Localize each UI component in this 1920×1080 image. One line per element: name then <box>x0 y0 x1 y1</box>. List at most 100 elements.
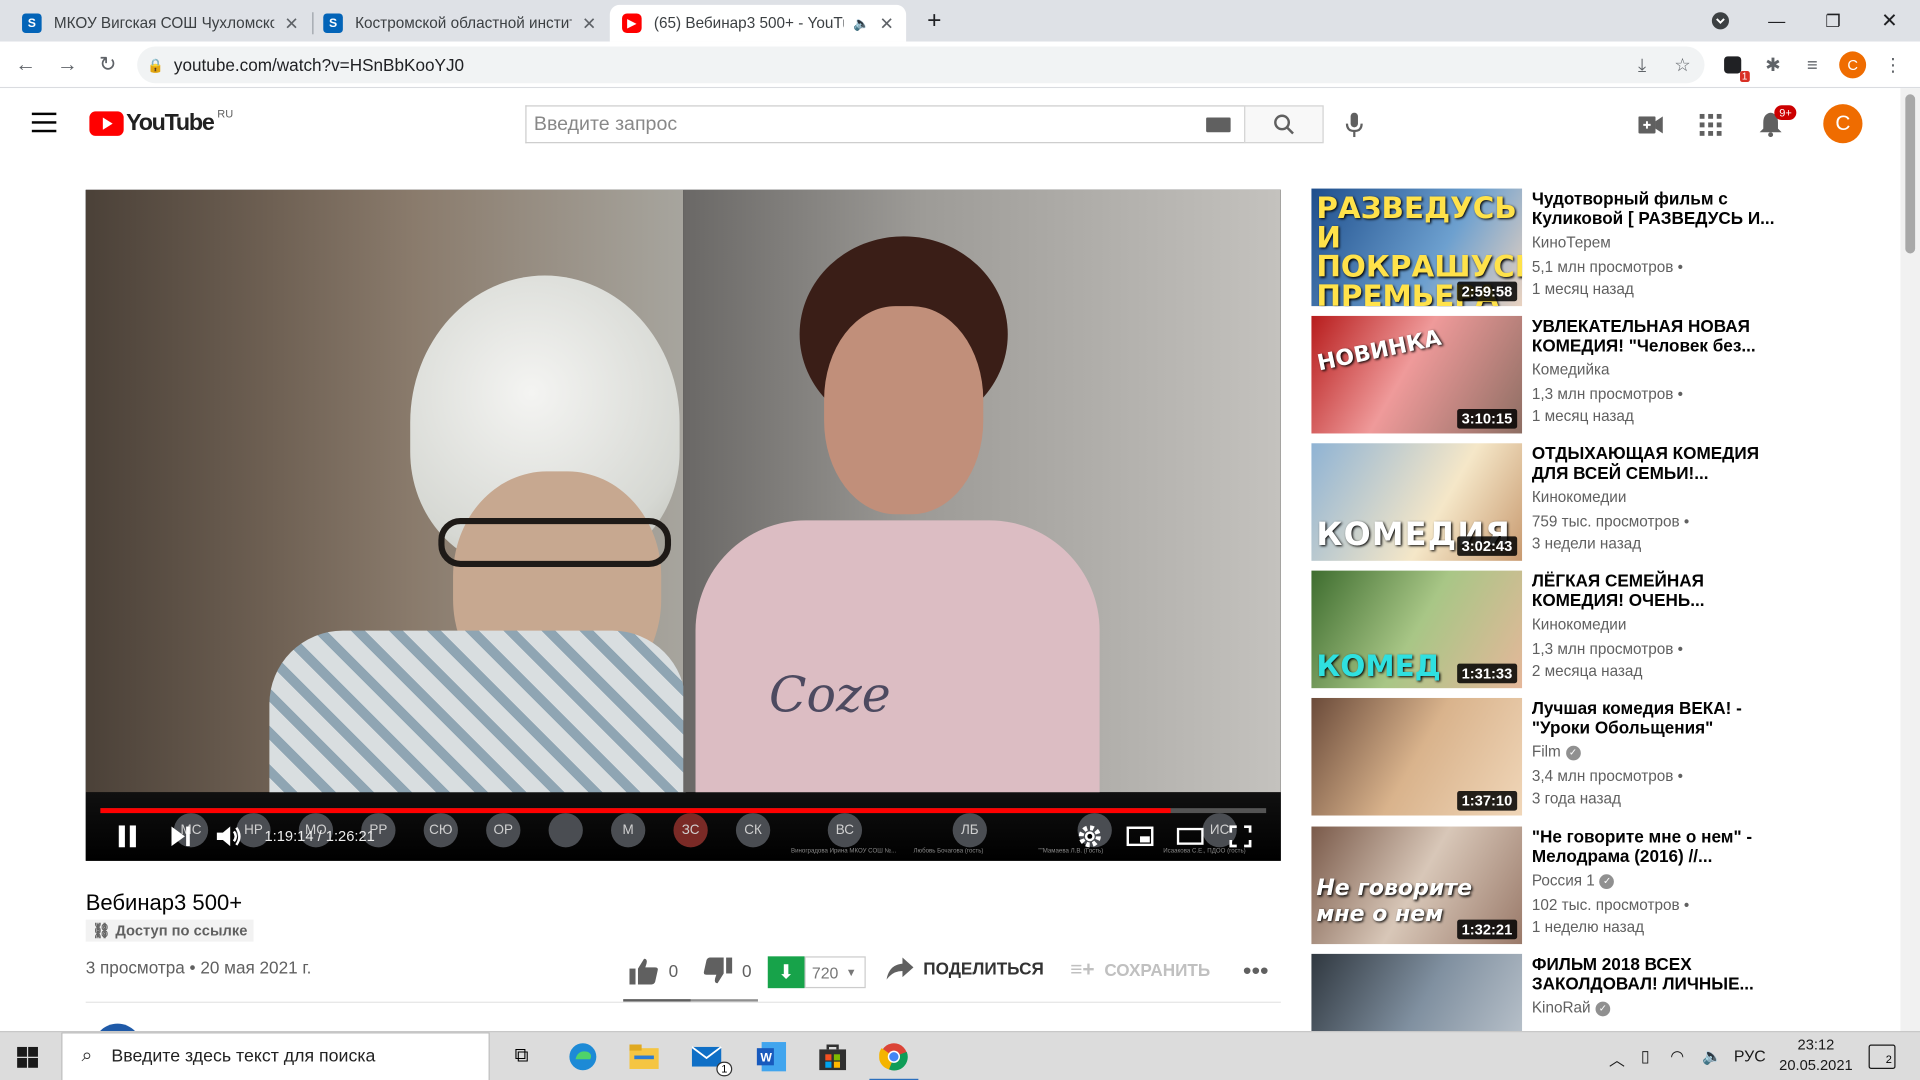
speaker-icon[interactable]: 🔈 <box>853 15 870 32</box>
scrollbar[interactable] <box>1900 88 1920 1032</box>
browser-tab-active[interactable]: ▶ (65) Вебинар3 500+ - YouTu 🔈 ✕ <box>609 4 907 42</box>
tray-chevron-up-icon[interactable]: ︿ <box>1609 1047 1625 1070</box>
share-button[interactable]: ПОДЕЛИТЬСЯ <box>886 957 1044 980</box>
quality-select[interactable]: 720 ▼ <box>804 956 866 989</box>
search-button[interactable] <box>1244 105 1324 144</box>
windows-start-icon[interactable] <box>17 1046 38 1068</box>
pause-button[interactable] <box>113 822 142 851</box>
recommendation-card[interactable]: НОВИНКА 3:10:15 УВЛЕКАТЕЛЬНАЯ НОВАЯ КОМЕДИ… <box>1311 315 1777 434</box>
bookmark-star-icon[interactable]: ☆ <box>1668 50 1697 79</box>
menu-dots-icon[interactable]: ⋮ <box>1878 50 1907 79</box>
video-thumbnail[interactable]: 1:37:10 <box>1311 697 1523 816</box>
save-button[interactable]: ≡+ СОХРАНИТЬ <box>1070 958 1210 982</box>
keyboard-icon[interactable] <box>1206 117 1231 133</box>
word-icon[interactable]: W <box>754 1040 788 1074</box>
recommendation-title[interactable]: УВЛЕКАТЕЛЬНАЯ НОВАЯ КОМЕДИЯ! "Человек бе… <box>1532 316 1777 355</box>
channel-name[interactable]: Россия 1 ✓ <box>1532 872 1615 889</box>
close-tab-icon[interactable]: ✕ <box>284 13 298 34</box>
search-placeholder: Введите запрос <box>533 113 678 135</box>
recommendation-title[interactable]: ЛЁГКАЯ СЕМЕЙНАЯ КОМЕДИЯ! ОЧЕНЬ... <box>1532 571 1777 610</box>
task-view-icon[interactable]: ⧉ <box>504 1040 538 1074</box>
recommendation-card[interactable]: Не говорите мне о нем 1:32:21 "Не говорите… <box>1311 826 1777 945</box>
recommendation-meta: 102 тыс. просмотров • 1 неделю назад <box>1532 894 1689 938</box>
recommendation-meta: 759 тыс. просмотров • 3 недели назад <box>1532 511 1689 555</box>
back-icon[interactable]: ← <box>12 51 39 78</box>
taskbar-search-input[interactable]: ⌕ Введите здесь текст для поиска <box>61 1032 490 1080</box>
store-icon[interactable] <box>816 1040 850 1074</box>
recommendation-title[interactable]: ФИЛЬМ 2018 ВСЕХ ЗАКОЛДОВАЛ! ЛИЧНЫЕ... <box>1532 954 1777 993</box>
channel-name[interactable]: Кинокомедии <box>1532 616 1627 633</box>
more-actions-icon[interactable]: ••• <box>1243 958 1269 986</box>
minimize-icon[interactable]: — <box>1749 0 1805 42</box>
recommendation-card[interactable]: КОМЕДИЯ 3:02:43 ОТДЫХАЮЩАЯ КОМЕДИЯ ДЛЯ ВСЕ… <box>1311 443 1776 561</box>
new-tab-button[interactable]: + <box>906 0 962 42</box>
forward-icon[interactable]: → <box>54 51 81 78</box>
theater-mode-icon[interactable] <box>1176 822 1205 851</box>
close-tab-icon[interactable]: ✕ <box>582 13 596 34</box>
recommendation-card[interactable]: РАЗВЕДУСЬ И ПОКРАШУСЬ ПРЕМЬЕРА 2:59:58 Чуд… <box>1311 188 1777 307</box>
chrome-icon[interactable] <box>869 1040 919 1080</box>
recommendation-card[interactable]: 1:37:10 Лучшая комедия ВЕКА! - "Уроки Обо… <box>1311 697 1777 816</box>
profile-avatar[interactable]: C <box>1839 51 1867 79</box>
recommendation-title[interactable]: ОТДЫХАЮЩАЯ КОМЕДИЯ ДЛЯ ВСЕЙ СЕМЬИ!... <box>1532 443 1777 482</box>
hamburger-menu-icon[interactable] <box>31 112 57 133</box>
edge-icon[interactable] <box>566 1040 600 1074</box>
system-clock[interactable]: 23:12 20.05.2021 <box>1773 1035 1859 1077</box>
channel-name[interactable]: Кинокомедии <box>1532 489 1627 506</box>
recommendation-title[interactable]: Лучшая комедия ВЕКА! - "Уроки Обольщения… <box>1532 698 1777 737</box>
extension-icon[interactable]: 1 <box>1718 50 1750 83</box>
tab-search-icon[interactable] <box>1692 0 1748 42</box>
recommendation-card[interactable]: КОМЕД 1:31:33 ЛЁГКАЯ СЕМЕЙНАЯ КОМЕДИЯ! ОЧЕ… <box>1311 570 1777 689</box>
mail-icon[interactable]: 1 <box>691 1040 733 1077</box>
puzzle-icon[interactable]: ✱ <box>1758 50 1787 79</box>
microphone-icon[interactable] <box>1345 112 1365 138</box>
reload-icon[interactable]: ↻ <box>94 51 121 78</box>
video-title: Вебинар3 500+ <box>85 890 243 915</box>
input-language[interactable]: РУС <box>1734 1047 1766 1065</box>
tray-device-icon[interactable]: ▯ <box>1641 1047 1650 1067</box>
video-thumbnail[interactable]: КОМЕДИЯ 3:02:43 <box>1311 443 1523 561</box>
volume-tray-icon[interactable]: 🔈 <box>1702 1047 1722 1067</box>
maximize-icon[interactable]: ❐ <box>1805 0 1861 42</box>
verified-check-icon: ✓ <box>1565 745 1581 761</box>
action-center-icon[interactable]: 2 <box>1868 1044 1896 1069</box>
media-control-icon[interactable]: ≡ <box>1798 50 1827 79</box>
file-explorer-icon[interactable] <box>627 1040 661 1074</box>
download-button[interactable]: ⬇ <box>767 956 805 989</box>
miniplayer-icon[interactable] <box>1125 822 1154 851</box>
search-input[interactable]: Введите запрос <box>525 105 1246 144</box>
dislike-button[interactable]: 0 <box>703 957 752 985</box>
browser-tab[interactable]: S МКОУ Вигская СОШ Чухломско ✕ <box>10 5 311 42</box>
video-player[interactable]: Coze МС НР МО РР СЮ ОР М ЗС СК ВС ЛБ ИС 1:19:14 / 1… <box>85 189 1281 861</box>
lock-icon: 🔒 <box>147 58 164 73</box>
clock-time: 23:12 <box>1797 1035 1835 1054</box>
create-video-icon[interactable] <box>1636 110 1665 139</box>
scrollbar-thumb[interactable] <box>1905 94 1916 254</box>
close-window-icon[interactable]: ✕ <box>1861 0 1917 42</box>
like-button[interactable]: 0 <box>629 958 678 985</box>
url-text: youtube.com/watch?v=HSnBbKooYJ0 <box>173 55 465 75</box>
channel-name[interactable]: Film ✓ <box>1532 743 1581 760</box>
channel-name[interactable]: Комедийка <box>1532 361 1610 378</box>
video-thumbnail[interactable]: НОВИНКА 3:10:15 <box>1311 315 1523 434</box>
close-tab-icon[interactable]: ✕ <box>880 13 894 34</box>
volume-icon[interactable] <box>216 822 245 851</box>
account-avatar[interactable]: C <box>1823 104 1863 144</box>
video-thumbnail[interactable]: РАЗВЕДУСЬ И ПОКРАШУСЬ ПРЕМЬЕРА 2:59:58 <box>1311 188 1523 307</box>
thumbs-down-icon <box>703 957 733 984</box>
recommendation-title[interactable]: "Не говорите мне о нем" - Мелодрама (201… <box>1532 827 1777 866</box>
channel-name[interactable]: КиноТерем <box>1532 234 1611 251</box>
next-video-button[interactable] <box>167 822 196 851</box>
address-bar[interactable]: 🔒 youtube.com/watch?v=HSnBbKooYJ0 <box>137 46 1705 84</box>
wifi-icon[interactable]: ◠ <box>1670 1047 1684 1067</box>
settings-gear-icon[interactable] <box>1075 822 1104 851</box>
youtube-logo[interactable]: YouTube RU <box>89 108 233 137</box>
fullscreen-icon[interactable] <box>1226 822 1255 851</box>
browser-tab[interactable]: S Костромской областной инстит ✕ <box>311 5 609 42</box>
channel-name[interactable]: KinoRaй ✓ <box>1532 999 1611 1016</box>
recommendation-title[interactable]: Чудотворный фильм с Куликовой [ РАЗВЕДУС… <box>1532 189 1777 228</box>
install-icon[interactable]: ⤓ <box>1627 50 1656 79</box>
video-thumbnail[interactable]: Не говорите мне о нем 1:32:21 <box>1311 826 1523 945</box>
video-thumbnail[interactable]: КОМЕД 1:31:33 <box>1311 570 1523 689</box>
apps-grid-icon[interactable] <box>1696 110 1725 139</box>
